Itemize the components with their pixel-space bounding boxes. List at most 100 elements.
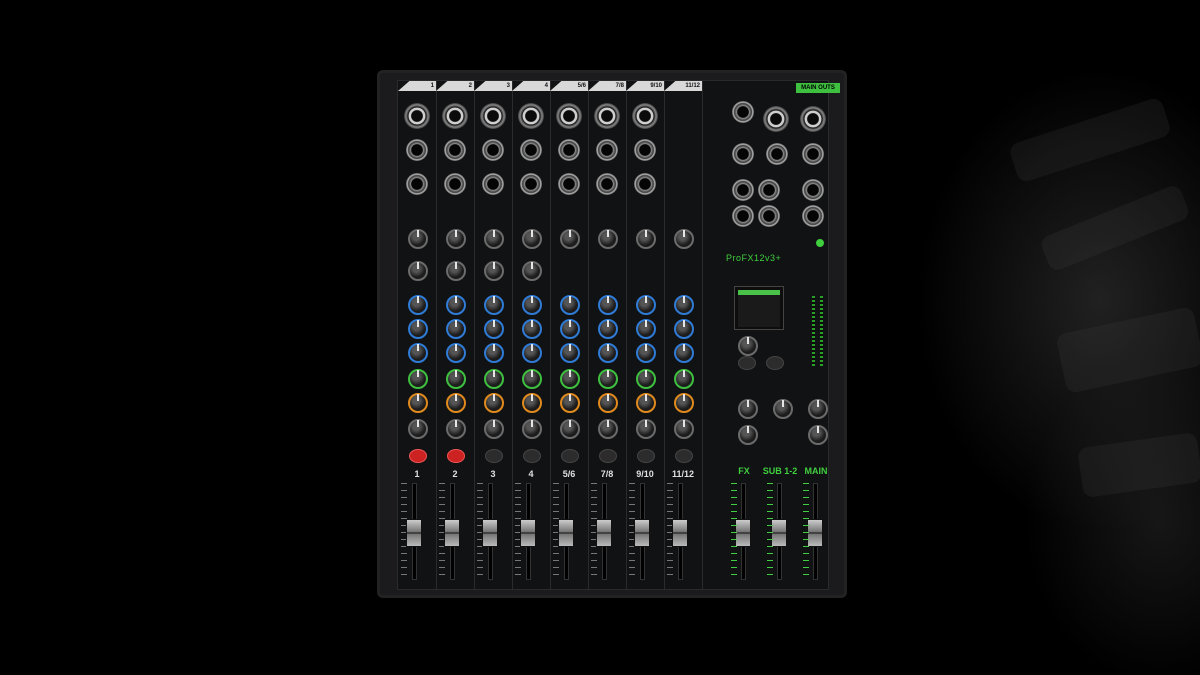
line-input-jack-b <box>596 173 618 195</box>
eq-hi-knob[interactable] <box>408 295 428 315</box>
fx-send-knob[interactable] <box>408 369 428 389</box>
master-label-main: MAIN <box>804 466 828 476</box>
mute-button[interactable] <box>409 449 427 463</box>
channel-fader[interactable] <box>406 519 422 547</box>
sub-fader[interactable] <box>771 519 787 547</box>
eq-low-knob[interactable] <box>408 343 428 363</box>
comp-knob[interactable] <box>408 261 428 281</box>
pan-knob[interactable] <box>560 419 580 439</box>
comp-knob[interactable] <box>484 261 504 281</box>
sub-select-knob[interactable] <box>773 399 793 419</box>
fx-send-knob[interactable] <box>560 369 580 389</box>
fx-to-mon-knob[interactable] <box>738 425 758 445</box>
gain-knob[interactable] <box>674 229 694 249</box>
channel-fader[interactable] <box>482 519 498 547</box>
channel-strip: 5/6 5/6 <box>550 81 589 589</box>
channel-fader[interactable] <box>520 519 536 547</box>
eq-low-knob[interactable] <box>598 343 618 363</box>
channel-strip: 9/10 9/10 <box>626 81 665 589</box>
pan-knob[interactable] <box>446 419 466 439</box>
eq-low-knob[interactable] <box>560 343 580 363</box>
eq-mid-knob[interactable] <box>484 319 504 339</box>
comp-knob[interactable] <box>446 261 466 281</box>
gain-knob[interactable] <box>408 229 428 249</box>
pan-knob[interactable] <box>408 419 428 439</box>
mute-button[interactable] <box>447 449 465 463</box>
mute-button[interactable] <box>485 449 503 463</box>
pan-knob[interactable] <box>674 419 694 439</box>
fx-send-jack <box>732 143 754 165</box>
eq-low-knob[interactable] <box>636 343 656 363</box>
mon-send-knob[interactable] <box>598 393 618 413</box>
eq-mid-knob[interactable] <box>522 319 542 339</box>
fx-send-knob[interactable] <box>598 369 618 389</box>
sub-fader-scale <box>767 483 773 578</box>
fx-send-knob[interactable] <box>674 369 694 389</box>
mon-send-knob[interactable] <box>408 393 428 413</box>
eq-hi-knob[interactable] <box>560 295 580 315</box>
mute-button[interactable] <box>599 449 617 463</box>
fx-button-right[interactable] <box>766 356 784 370</box>
phones-level-knob[interactable] <box>808 399 828 419</box>
eq-low-knob[interactable] <box>674 343 694 363</box>
mute-button[interactable] <box>675 449 693 463</box>
fx-select-knob[interactable] <box>738 336 758 356</box>
channel-fader[interactable] <box>672 519 688 547</box>
master-label-sub: SUB 1-2 <box>762 466 798 476</box>
eq-low-knob[interactable] <box>522 343 542 363</box>
mon-send-knob[interactable] <box>674 393 694 413</box>
background-cable-shape <box>1038 183 1192 273</box>
comp-knob[interactable] <box>522 261 542 281</box>
mic-input-xlr <box>480 103 506 129</box>
gain-knob[interactable] <box>522 229 542 249</box>
channel-fader[interactable] <box>444 519 460 547</box>
eq-low-knob[interactable] <box>446 343 466 363</box>
control-room-knob[interactable] <box>808 425 828 445</box>
channel-fader[interactable] <box>558 519 574 547</box>
mon-send-jack <box>732 101 754 123</box>
fx-send-knob[interactable] <box>484 369 504 389</box>
sub-routing-knob[interactable] <box>738 399 758 419</box>
eq-mid-knob[interactable] <box>636 319 656 339</box>
eq-hi-knob[interactable] <box>522 295 542 315</box>
fx-send-knob[interactable] <box>636 369 656 389</box>
mon-send-knob[interactable] <box>484 393 504 413</box>
gain-knob[interactable] <box>446 229 466 249</box>
eq-mid-knob[interactable] <box>560 319 580 339</box>
channel-fader[interactable] <box>596 519 612 547</box>
fx-fader[interactable] <box>735 519 751 547</box>
channel-fader[interactable] <box>634 519 650 547</box>
pan-knob[interactable] <box>636 419 656 439</box>
gain-knob[interactable] <box>598 229 618 249</box>
channel-strip: 33 <box>474 81 513 589</box>
fx-send-knob[interactable] <box>522 369 542 389</box>
pan-knob[interactable] <box>522 419 542 439</box>
mon-send-knob[interactable] <box>446 393 466 413</box>
mon-send-knob[interactable] <box>522 393 542 413</box>
eq-mid-knob[interactable] <box>408 319 428 339</box>
mute-button[interactable] <box>561 449 579 463</box>
eq-hi-knob[interactable] <box>674 295 694 315</box>
gain-knob[interactable] <box>636 229 656 249</box>
eq-hi-knob[interactable] <box>598 295 618 315</box>
eq-low-knob[interactable] <box>484 343 504 363</box>
eq-mid-knob[interactable] <box>598 319 618 339</box>
pan-knob[interactable] <box>484 419 504 439</box>
eq-hi-knob[interactable] <box>636 295 656 315</box>
main-fader[interactable] <box>807 519 823 547</box>
eq-hi-knob[interactable] <box>484 295 504 315</box>
fx-send-knob[interactable] <box>446 369 466 389</box>
mute-button[interactable] <box>523 449 541 463</box>
gain-knob[interactable] <box>560 229 580 249</box>
eq-hi-knob[interactable] <box>446 295 466 315</box>
mon-send-knob[interactable] <box>636 393 656 413</box>
mon-send-knob[interactable] <box>560 393 580 413</box>
gain-knob[interactable] <box>484 229 504 249</box>
eq-mid-knob[interactable] <box>446 319 466 339</box>
pan-knob[interactable] <box>598 419 618 439</box>
main-out-r-jack <box>802 143 824 165</box>
line-input-jack <box>634 139 656 161</box>
mute-button[interactable] <box>637 449 655 463</box>
eq-mid-knob[interactable] <box>674 319 694 339</box>
fx-button-left[interactable] <box>738 356 756 370</box>
